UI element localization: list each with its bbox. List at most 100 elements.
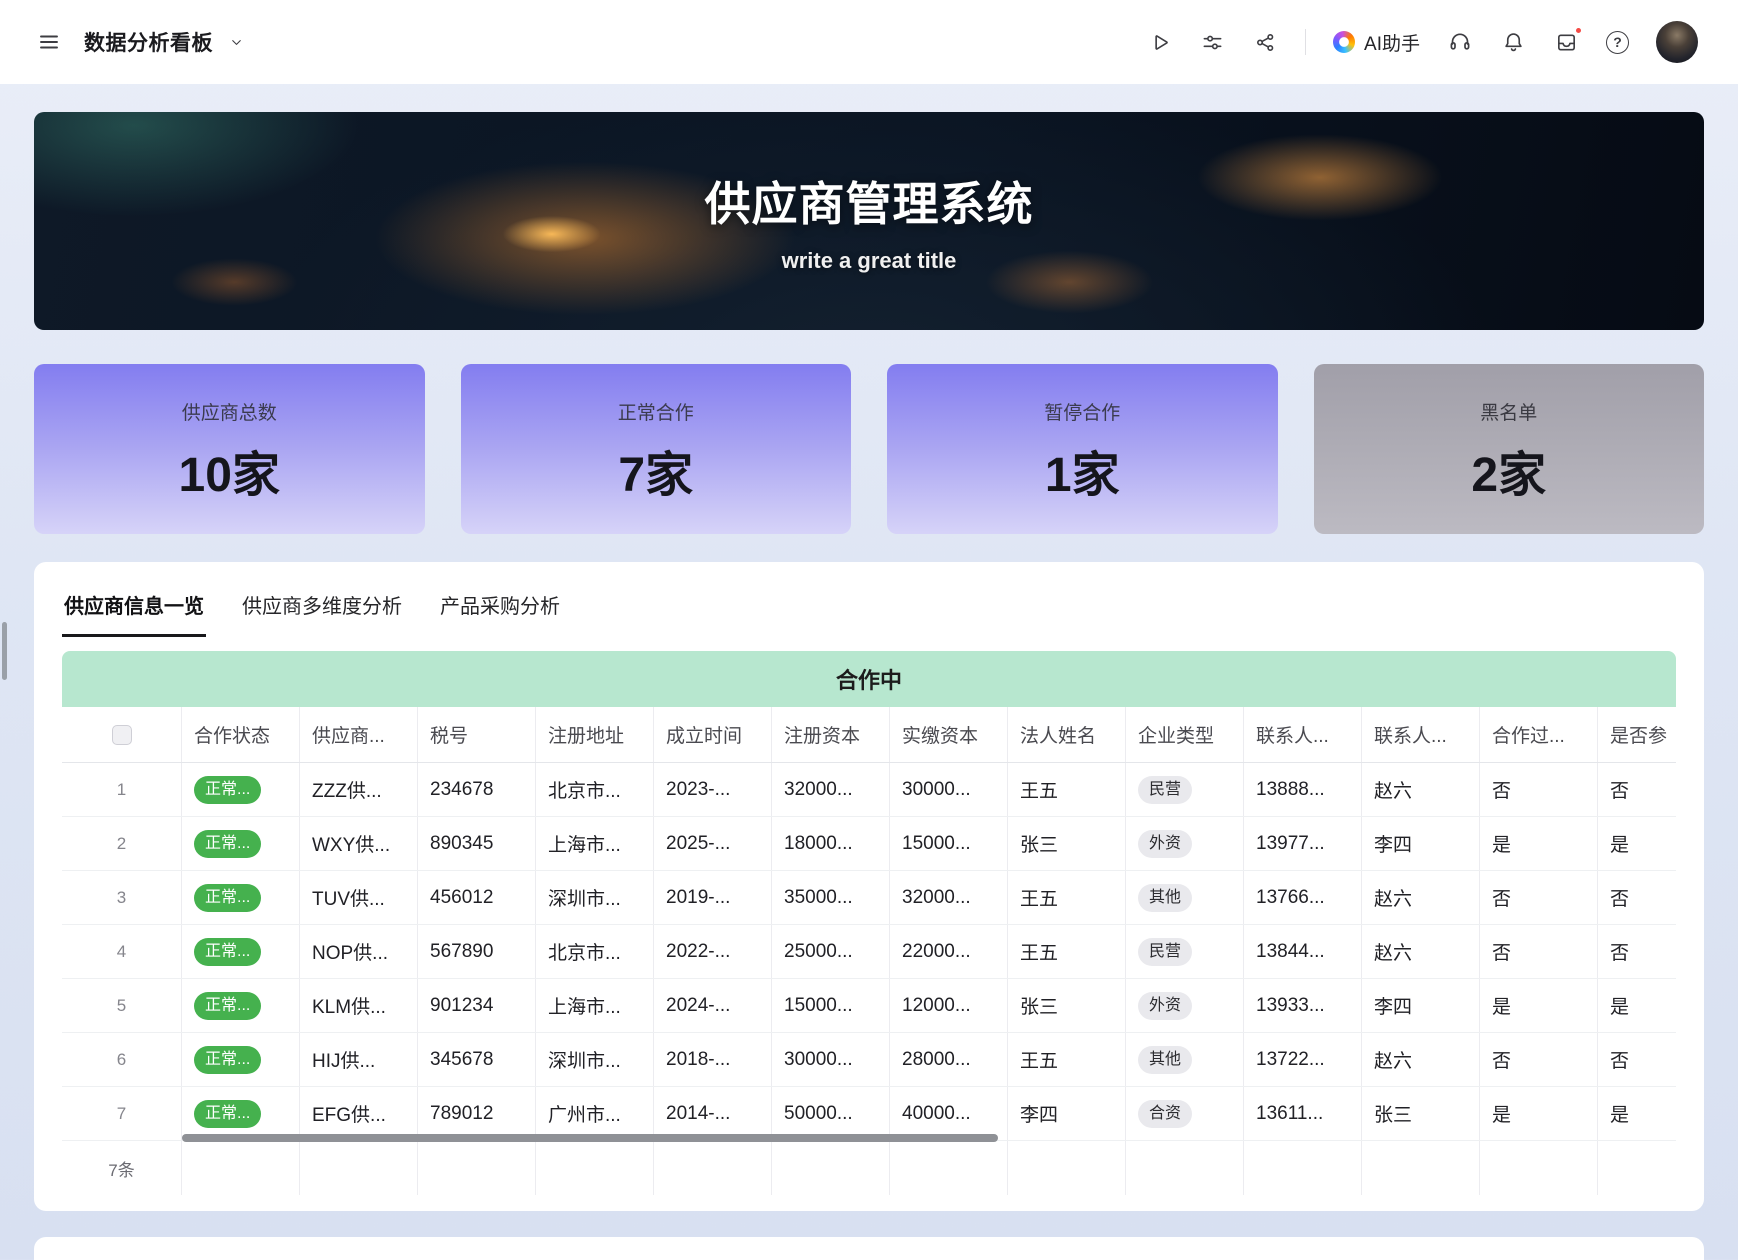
cell-reg_capital[interactable]: 32000... [772,763,890,816]
cell-address[interactable]: 北京市... [536,763,654,816]
column-header[interactable]: 供应商... [300,707,418,762]
column-header[interactable]: 合作状态 [182,707,300,762]
cell-contact_phone[interactable]: 13722... [1244,1033,1362,1086]
cell-paid_capital[interactable]: 32000... [890,871,1008,924]
cell-supplier[interactable]: WXY供... [300,817,418,870]
inbox-icon[interactable] [1553,29,1579,55]
cell-paid_capital[interactable]: 22000... [890,925,1008,978]
cell-company_type[interactable]: 其他 [1126,871,1244,924]
cell-founded[interactable]: 2019-... [654,871,772,924]
cell-tax_id[interactable]: 456012 [418,871,536,924]
cell-status[interactable]: 正常... [182,763,300,816]
help-icon[interactable]: ? [1606,31,1629,54]
column-header[interactable]: 联系人... [1244,707,1362,762]
cell-participate[interactable]: 否 [1598,763,1676,816]
cell-legal_person[interactable]: 王五 [1008,925,1126,978]
cell-participate[interactable]: 否 [1598,1033,1676,1086]
tab-2[interactable]: 产品采购分析 [438,582,562,637]
cell-address[interactable]: 上海市... [536,817,654,870]
column-header[interactable]: 是否参 [1598,707,1676,762]
user-avatar[interactable] [1656,21,1698,63]
cell-paid_capital[interactable]: 15000... [890,817,1008,870]
cell-contact_name[interactable]: 李四 [1362,817,1480,870]
cell-contact_phone[interactable]: 13888... [1244,763,1362,816]
cell-status[interactable]: 正常... [182,979,300,1032]
cell-tax_id[interactable]: 234678 [418,763,536,816]
cell-paid_capital[interactable]: 30000... [890,763,1008,816]
column-header[interactable]: 法人姓名 [1008,707,1126,762]
column-header[interactable]: 联系人... [1362,707,1480,762]
cell-tax_id[interactable]: 789012 [418,1087,536,1140]
cell-participate[interactable]: 是 [1598,817,1676,870]
stat-card-1[interactable]: 正常合作7家 [461,364,852,534]
cell-company_type[interactable]: 外资 [1126,817,1244,870]
cell-supplier[interactable]: TUV供... [300,871,418,924]
cell-tax_id[interactable]: 890345 [418,817,536,870]
headset-support-icon[interactable] [1447,29,1473,55]
cell-founded[interactable]: 2022-... [654,925,772,978]
cell-contact_name[interactable]: 赵六 [1362,763,1480,816]
cell-reg_capital[interactable]: 35000... [772,871,890,924]
cell-coop_history[interactable]: 否 [1480,871,1598,924]
column-header[interactable]: 实缴资本 [890,707,1008,762]
cell-legal_person[interactable]: 王五 [1008,763,1126,816]
cell-status[interactable]: 正常... [182,1033,300,1086]
cell-company_type[interactable]: 其他 [1126,1033,1244,1086]
notifications-bell-icon[interactable] [1500,29,1526,55]
column-header[interactable]: 成立时间 [654,707,772,762]
table-row[interactable]: 2正常...WXY供...890345上海市...2025-...18000..… [62,817,1676,871]
column-header[interactable]: 企业类型 [1126,707,1244,762]
cell-coop_history[interactable]: 否 [1480,1033,1598,1086]
cell-reg_capital[interactable]: 30000... [772,1033,890,1086]
cell-contact_name[interactable]: 赵六 [1362,925,1480,978]
cell-participate[interactable]: 是 [1598,1087,1676,1140]
cell-reg_capital[interactable]: 50000... [772,1087,890,1140]
cell-status[interactable]: 正常... [182,1087,300,1140]
stat-card-0[interactable]: 供应商总数10家 [34,364,425,534]
stat-card-3[interactable]: 黑名单2家 [1314,364,1705,534]
cell-coop_history[interactable]: 否 [1480,763,1598,816]
share-icon[interactable] [1252,29,1278,55]
cell-reg_capital[interactable]: 25000... [772,925,890,978]
cell-participate[interactable]: 是 [1598,979,1676,1032]
play-icon[interactable] [1146,29,1172,55]
cell-participate[interactable]: 否 [1598,925,1676,978]
cell-paid_capital[interactable]: 40000... [890,1087,1008,1140]
cell-coop_history[interactable]: 是 [1480,817,1598,870]
hamburger-menu-icon[interactable] [36,29,62,55]
cell-reg_capital[interactable]: 15000... [772,979,890,1032]
cell-supplier[interactable]: ZZZ供... [300,763,418,816]
cell-legal_person[interactable]: 张三 [1008,979,1126,1032]
chevron-down-icon[interactable] [223,29,249,55]
cell-address[interactable]: 上海市... [536,979,654,1032]
table-row[interactable]: 4正常...NOP供...567890北京市...2022-...25000..… [62,925,1676,979]
cell-supplier[interactable]: NOP供... [300,925,418,978]
cell-company_type[interactable]: 合资 [1126,1087,1244,1140]
table-row[interactable]: 1正常...ZZZ供...234678北京市...2023-...32000..… [62,763,1676,817]
cell-founded[interactable]: 2023-... [654,763,772,816]
cell-contact_name[interactable]: 赵六 [1362,1033,1480,1086]
cell-supplier[interactable]: KLM供... [300,979,418,1032]
cell-supplier[interactable]: HIJ供... [300,1033,418,1086]
cell-founded[interactable]: 2024-... [654,979,772,1032]
cell-legal_person[interactable]: 王五 [1008,1033,1126,1086]
cell-contact_name[interactable]: 赵六 [1362,871,1480,924]
table-row[interactable]: 3正常...TUV供...456012深圳市...2019-...35000..… [62,871,1676,925]
cell-coop_history[interactable]: 否 [1480,925,1598,978]
cell-contact_phone[interactable]: 13844... [1244,925,1362,978]
page-scrollbar-thumb[interactable] [2,622,7,680]
horizontal-scrollbar[interactable] [182,1134,998,1142]
table-row[interactable]: 6正常...HIJ供...345678深圳市...2018-...30000..… [62,1033,1676,1087]
tab-1[interactable]: 供应商多维度分析 [240,582,404,637]
cell-company_type[interactable]: 外资 [1126,979,1244,1032]
cell-legal_person[interactable]: 王五 [1008,871,1126,924]
cell-coop_history[interactable]: 是 [1480,1087,1598,1140]
cell-company_type[interactable]: 民营 [1126,925,1244,978]
cell-tax_id[interactable]: 901234 [418,979,536,1032]
cell-tax_id[interactable]: 345678 [418,1033,536,1086]
settings-sliders-icon[interactable] [1199,29,1225,55]
cell-tax_id[interactable]: 567890 [418,925,536,978]
cell-reg_capital[interactable]: 18000... [772,817,890,870]
cell-legal_person[interactable]: 李四 [1008,1087,1126,1140]
stat-card-2[interactable]: 暂停合作1家 [887,364,1278,534]
